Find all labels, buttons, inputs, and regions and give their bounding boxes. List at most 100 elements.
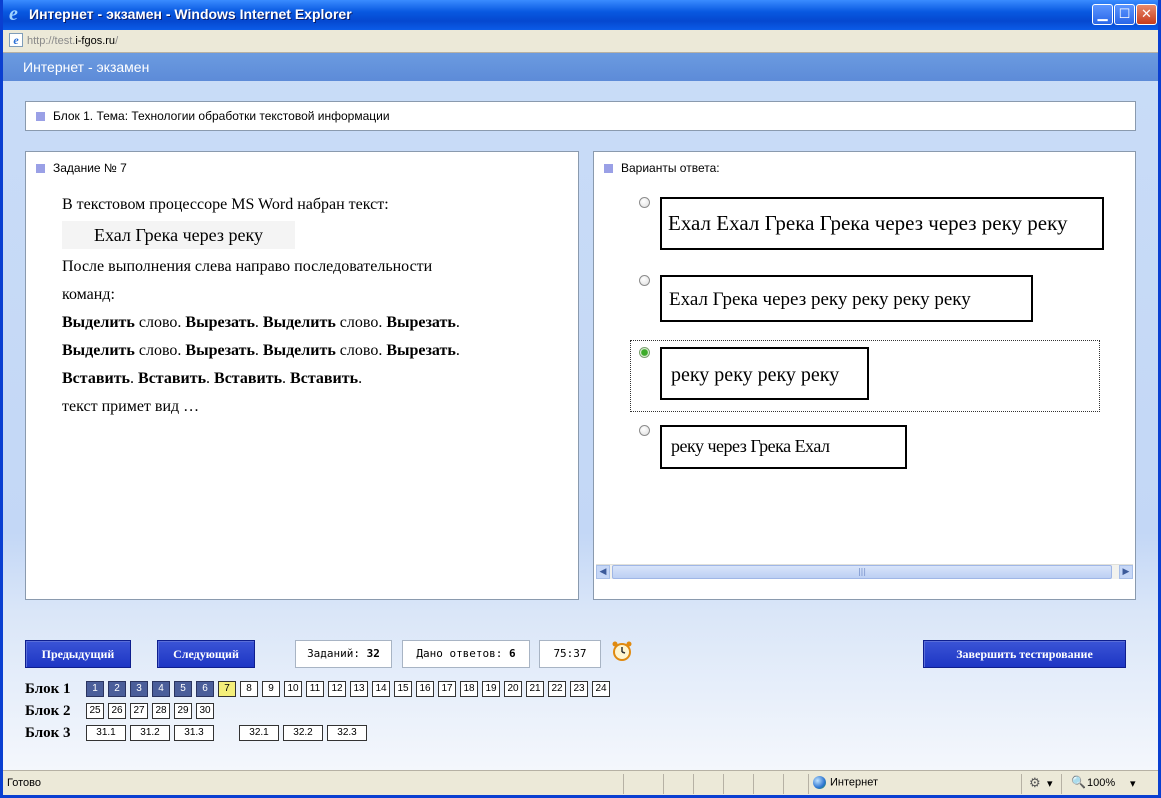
finish-test-button[interactable]: Завершить тестирование	[923, 640, 1126, 668]
app-header: Интернет - экзамен	[3, 53, 1158, 81]
question-button-31.1[interactable]: 31.1	[86, 725, 126, 741]
question-button-24[interactable]: 24	[592, 681, 610, 697]
minimize-button[interactable]: ▁	[1092, 4, 1113, 25]
page-content: Интернет - экзамен Блок 1. Тема: Техноло…	[3, 53, 1158, 770]
scroll-right-icon[interactable]: ▶	[1119, 565, 1133, 579]
block-topic-panel: Блок 1. Тема: Технологии обработки текст…	[25, 101, 1136, 131]
protected-mode-dropdown-icon[interactable]: ▾	[1047, 777, 1053, 790]
question-button-17[interactable]: 17	[438, 681, 456, 697]
question-button-18[interactable]: 18	[460, 681, 478, 697]
question-button-2[interactable]: 2	[108, 681, 126, 697]
tasks-count: 32	[366, 647, 380, 660]
task-line-end: текст примет вид …	[62, 398, 200, 415]
task-text: В текстовом процессоре MS Word набран те…	[62, 191, 562, 421]
question-button-14[interactable]: 14	[372, 681, 390, 697]
url-field[interactable]: http://test.i-fgos.ru/	[27, 33, 1147, 49]
task-panel: Задание № 7 В текстовом процессоре MS Wo…	[25, 151, 579, 600]
question-button-27[interactable]: 27	[130, 703, 148, 719]
question-button-20[interactable]: 20	[504, 681, 522, 697]
protected-mode-icon[interactable]: ⚙	[1029, 775, 1041, 791]
answer-text-3[interactable]: реку реку реку реку	[660, 347, 869, 400]
question-button-7[interactable]: 7	[218, 681, 236, 697]
question-button-1[interactable]: 1	[86, 681, 104, 697]
answers-label: Варианты ответа:	[621, 161, 720, 175]
answer-text-1[interactable]: Ехал Ехал Грека Грека через через реку р…	[660, 197, 1104, 250]
task-line-2b: команд:	[62, 286, 115, 303]
question-button-12[interactable]: 12	[328, 681, 346, 697]
question-button-16[interactable]: 16	[416, 681, 434, 697]
status-text: Готово	[7, 777, 41, 789]
task-phrase: Ехал Грека через реку	[62, 221, 295, 249]
question-button-19[interactable]: 19	[482, 681, 500, 697]
question-button-28[interactable]: 28	[152, 703, 170, 719]
ie-logo-icon: e	[9, 3, 18, 25]
question-button-30[interactable]: 30	[196, 703, 214, 719]
zoom-dropdown-icon[interactable]: ▾	[1130, 777, 1136, 790]
question-button-29[interactable]: 29	[174, 703, 192, 719]
security-zone: Интернет	[813, 776, 878, 789]
question-button-9[interactable]: 9	[262, 681, 280, 697]
answered-count-box: Дано ответов: 6	[402, 640, 530, 668]
question-button-32.3[interactable]: 32.3	[327, 725, 367, 741]
answer-radio-4[interactable]	[639, 425, 650, 436]
question-button-4[interactable]: 4	[152, 681, 170, 697]
question-button-22[interactable]: 22	[548, 681, 566, 697]
command-line-1: Выделить слово. Вырезать. Выделить слово…	[62, 314, 460, 331]
block-topic-label: Блок 1. Тема: Технологии обработки текст…	[53, 109, 390, 123]
question-button-5[interactable]: 5	[174, 681, 192, 697]
url-suffix: /	[115, 35, 119, 47]
page-icon: e	[9, 33, 23, 47]
globe-icon	[813, 776, 826, 789]
address-bar: e http://test.i-fgos.ru/	[3, 30, 1158, 53]
url-prefix: http://test.	[27, 35, 76, 47]
task-number-label: Задание № 7	[53, 161, 127, 175]
bullet-square-icon	[36, 112, 45, 122]
question-button-10[interactable]: 10	[284, 681, 302, 697]
block-1-label: Блок 1	[25, 681, 71, 697]
zoom-level[interactable]: 100%	[1087, 777, 1115, 789]
answer-radio-1[interactable]	[639, 197, 650, 208]
answers-horizontal-scrollbar[interactable]: ◀ ||| ▶	[596, 564, 1133, 579]
scroll-left-icon[interactable]: ◀	[596, 565, 610, 579]
zoom-icon[interactable]: 🔍	[1071, 775, 1086, 789]
question-button-3[interactable]: 3	[130, 681, 148, 697]
question-button-31.3[interactable]: 31.3	[174, 725, 214, 741]
maximize-button[interactable]: ☐	[1114, 4, 1135, 25]
command-line-3: Вставить. Вставить. Вставить. Вставить.	[62, 370, 363, 387]
answered-count: 6	[509, 647, 516, 660]
alarm-clock-icon	[612, 641, 632, 661]
bullet-square-icon	[36, 164, 45, 174]
answer-text-4[interactable]: реку через Грека Ехал	[660, 425, 907, 469]
timer: 75:37	[539, 640, 601, 668]
answer-text-2[interactable]: Ехал Грека через реку реку реку реку	[660, 275, 1033, 322]
question-button-32.1[interactable]: 32.1	[239, 725, 279, 741]
close-button[interactable]: ✕	[1136, 4, 1157, 25]
status-bar: Готово Интернет ⚙ ▾ 🔍 100% ▾	[3, 770, 1158, 795]
task-line-1: В текстовом процессоре MS Word набран те…	[62, 196, 389, 213]
block-3-label: Блок 3	[25, 725, 71, 741]
answers-panel: Варианты ответа: Ехал Ехал Грека Грека ч…	[593, 151, 1136, 600]
scrollbar-thumb[interactable]: |||	[612, 565, 1112, 579]
answer-radio-2[interactable]	[639, 275, 650, 286]
question-button-6[interactable]: 6	[196, 681, 214, 697]
bullet-square-icon	[604, 164, 613, 174]
question-button-8[interactable]: 8	[240, 681, 258, 697]
tasks-count-box: Заданий: 32	[295, 640, 392, 668]
question-button-13[interactable]: 13	[350, 681, 368, 697]
question-button-25[interactable]: 25	[86, 703, 104, 719]
question-button-11[interactable]: 11	[306, 681, 324, 697]
browser-window: e Интернет - экзамен - Windows Internet …	[0, 0, 1161, 798]
previous-button[interactable]: Предыдущий	[25, 640, 131, 668]
title-bar[interactable]: e Интернет - экзамен - Windows Internet …	[3, 0, 1158, 30]
question-button-32.2[interactable]: 32.2	[283, 725, 323, 741]
answer-radio-3[interactable]	[639, 347, 650, 358]
window-title: Интернет - экзамен - Windows Internet Ex…	[29, 6, 352, 22]
command-line-2: Выделить слово. Вырезать. Выделить слово…	[62, 342, 460, 359]
question-button-21[interactable]: 21	[526, 681, 544, 697]
question-button-31.2[interactable]: 31.2	[130, 725, 170, 741]
next-button[interactable]: Следующий	[157, 640, 255, 668]
url-host: i-fgos.ru	[75, 35, 116, 47]
question-button-15[interactable]: 15	[394, 681, 412, 697]
question-button-23[interactable]: 23	[570, 681, 588, 697]
question-button-26[interactable]: 26	[108, 703, 126, 719]
